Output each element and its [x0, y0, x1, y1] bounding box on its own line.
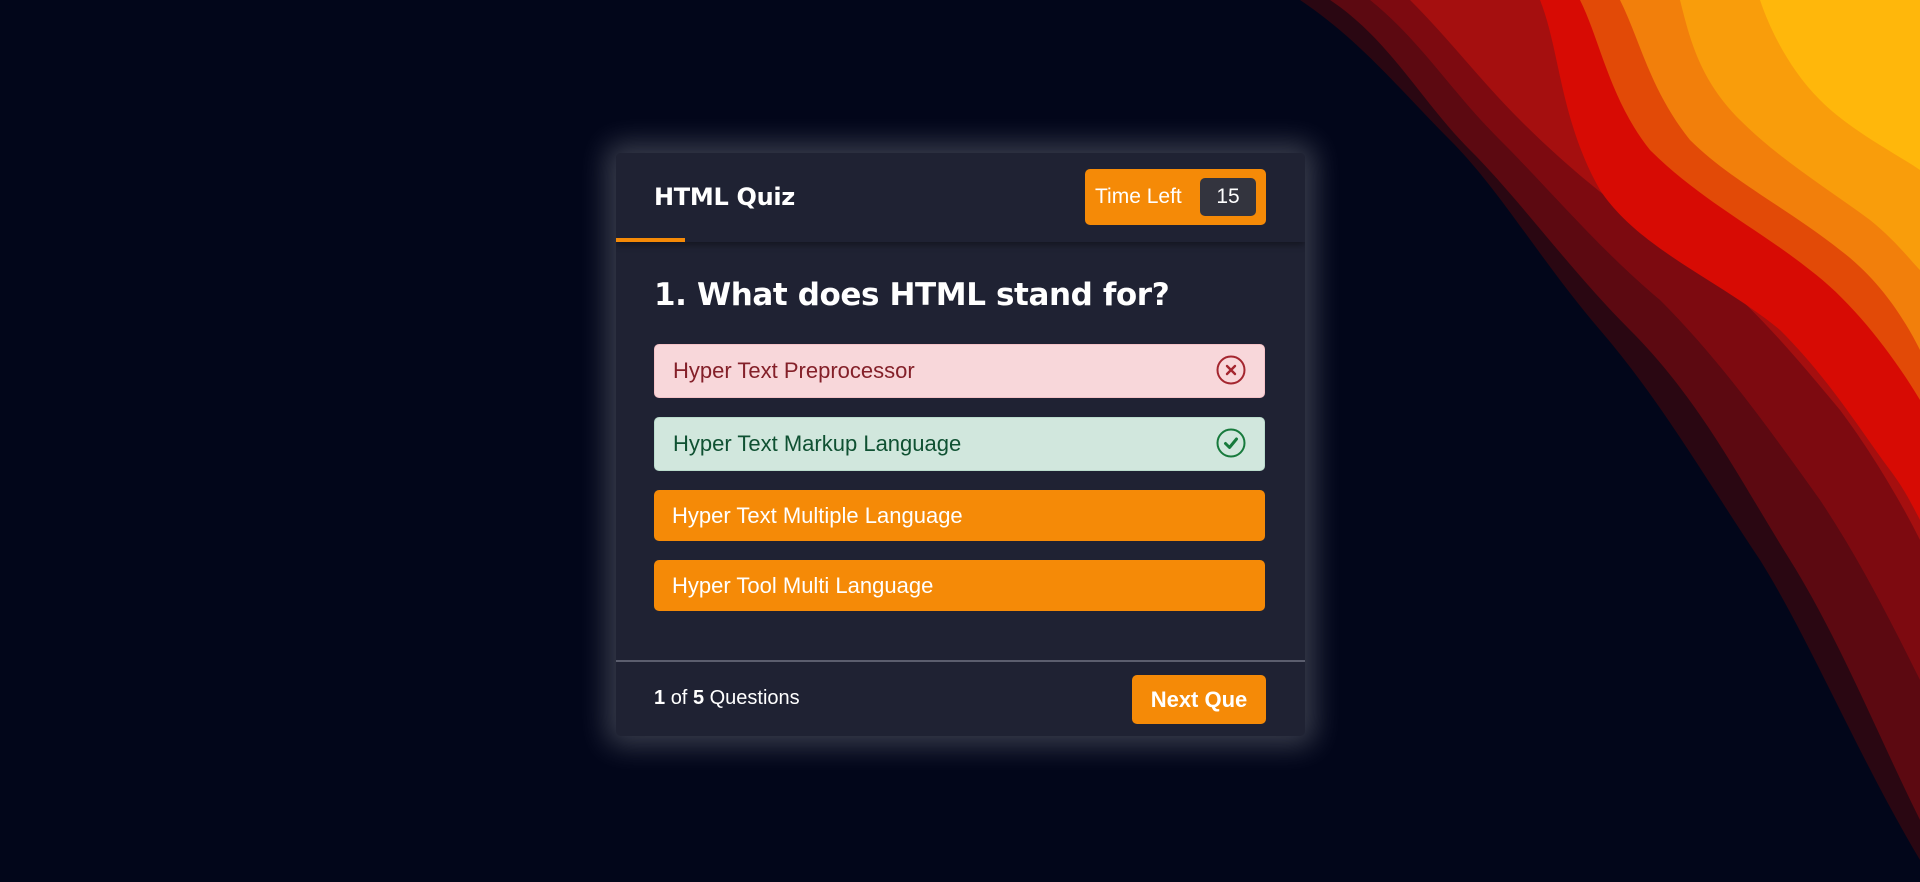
option-label: Hyper Text Markup Language: [673, 431, 962, 456]
option-incorrect: Hyper Text Preprocessor: [654, 344, 1265, 398]
option-correct: Hyper Text Markup Language: [654, 417, 1265, 471]
time-progress-line: [616, 238, 685, 242]
counter-of-text: of: [670, 687, 688, 709]
current-question-number: 1: [654, 687, 666, 709]
option-label: Hyper Text Multiple Language: [672, 502, 963, 528]
quiz-header: HTML Quiz Time Left 15: [616, 153, 1305, 242]
quiz-card: HTML Quiz Time Left 15 1. What does HTML…: [616, 153, 1305, 736]
footer-divider: [616, 660, 1305, 662]
cross-circle-icon: [1216, 355, 1246, 385]
option-label: Hyper Text Preprocessor: [673, 358, 915, 383]
total-questions-number: 5: [692, 687, 705, 709]
question-counter: 1 of 5 Questions: [654, 687, 800, 710]
timer-seconds: 15: [1200, 178, 1256, 216]
next-question-button[interactable]: Next Que: [1132, 675, 1266, 724]
quiz-title: HTML Quiz: [654, 183, 795, 211]
page: HTML Quiz Time Left 15 1. What does HTML…: [0, 0, 1920, 882]
check-circle-icon: [1216, 428, 1246, 458]
timer-label: Time Left: [1095, 185, 1182, 208]
timer: Time Left 15: [1085, 169, 1266, 225]
option-label: Hyper Tool Multi Language: [672, 572, 934, 598]
option-disabled: Hyper Tool Multi Language: [654, 560, 1265, 611]
question-text: 1. What does HTML stand for?: [654, 277, 1170, 313]
option-disabled: Hyper Text Multiple Language: [654, 490, 1265, 541]
counter-suffix: Questions: [709, 687, 800, 709]
